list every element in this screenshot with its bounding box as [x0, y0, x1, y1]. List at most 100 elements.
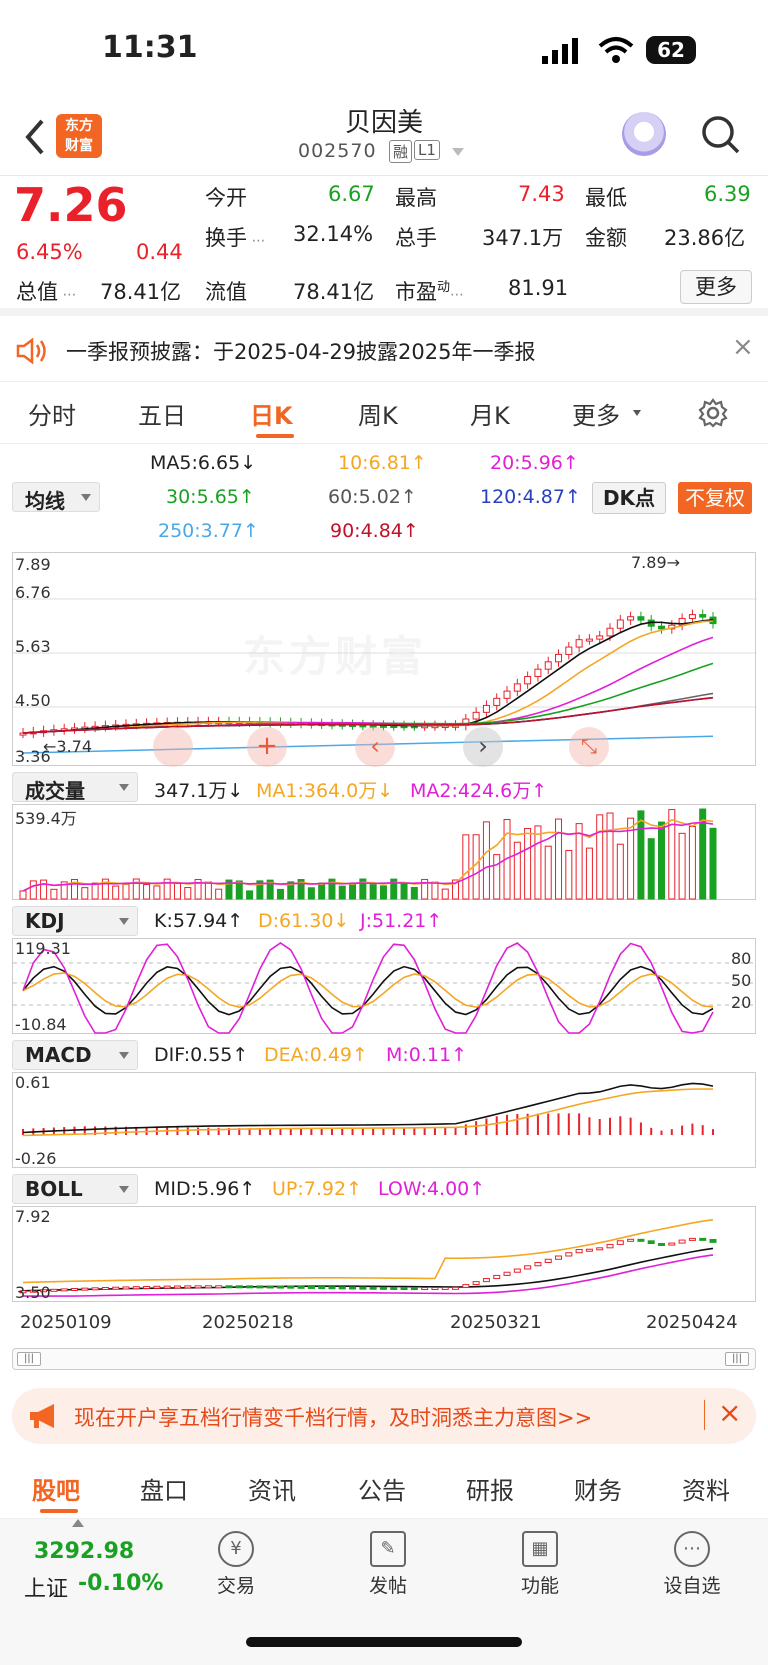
- add-watchlist-button[interactable]: ⋯ 设自选: [642, 1531, 742, 1598]
- robot-avatar-icon[interactable]: [622, 112, 666, 156]
- ma90-value: 90:4.84↑: [330, 520, 419, 542]
- expand-icon[interactable]: ⤡: [569, 727, 609, 767]
- low-value: 6.39: [704, 182, 751, 206]
- signal-icon: [542, 38, 578, 64]
- volume-bar: [575, 823, 583, 900]
- wifi-icon: [598, 37, 634, 63]
- quote-panel: 7.26 6.45% 0.44 总值 ⋯ 78.41亿 今开 6.67 最高 7…: [0, 176, 768, 316]
- boll-candle: [318, 1286, 326, 1290]
- scroll-handle-left[interactable]: |||: [17, 1352, 41, 1366]
- candle-body: [606, 627, 614, 637]
- price-tick-2: 6.76: [15, 583, 51, 602]
- boll-chart[interactable]: 7.92 3.50: [12, 1206, 756, 1302]
- candle-body: [627, 616, 635, 621]
- ma30-value: 30:5.65↑: [166, 486, 255, 508]
- tab-announcements[interactable]: 公告: [358, 1471, 406, 1506]
- macd-tick-bottom: -0.26: [15, 1149, 57, 1168]
- trade-icon: ¥: [218, 1531, 254, 1567]
- promo-close-icon[interactable]: ×: [718, 1396, 741, 1429]
- turnover-label: 换手 ⋯: [205, 226, 266, 250]
- boll-candle: [122, 1286, 130, 1290]
- volume-selector[interactable]: 成交量: [12, 772, 138, 803]
- tab-more[interactable]: 更多: [572, 396, 620, 431]
- index-value[interactable]: 3292.98: [34, 1539, 134, 1564]
- post-button[interactable]: ✎ 发帖: [338, 1531, 438, 1598]
- search-icon[interactable]: [700, 114, 742, 156]
- kdj-chart[interactable]: 119.31 -10.84 80 50 20: [12, 938, 757, 1034]
- candle-body: [585, 638, 593, 642]
- tab-weekly-k[interactable]: 周K: [358, 396, 398, 431]
- scroll-right-icon[interactable]: ›: [463, 727, 503, 767]
- tab-five-day[interactable]: 五日: [138, 396, 186, 431]
- home-indicator: [246, 1637, 522, 1647]
- boll-candle: [153, 1285, 161, 1289]
- boll-candle: [637, 1238, 645, 1242]
- more-button[interactable]: 更多: [680, 270, 752, 304]
- tab-orderbook[interactable]: 盘口: [140, 1471, 188, 1506]
- promo-banner[interactable]: 现在开户享五档行情变千档行情，及时洞悉主力意图>> ×: [12, 1388, 756, 1444]
- info-tabs: 股吧 盘口 资讯 公告 研报 财务 资料: [0, 1459, 768, 1519]
- macd-chart[interactable]: 0.61 -0.26: [12, 1072, 756, 1168]
- macd-dea: DEA:0.49↑: [264, 1044, 368, 1066]
- notice-bar[interactable]: 一季报预披露：于2025-04-29披露2025年一季报 ×: [0, 318, 768, 382]
- date-4: 20250424: [646, 1312, 738, 1333]
- float-value-label: 流值: [205, 280, 247, 304]
- volume-bar: [658, 821, 666, 900]
- volume-bar: [462, 834, 470, 900]
- boll-candle: [91, 1287, 99, 1291]
- ma120-value: 120:4.87↑: [480, 486, 581, 508]
- tab-profile[interactable]: 资料: [682, 1471, 730, 1506]
- ma-selector[interactable]: 均线: [12, 482, 100, 513]
- add-icon[interactable]: +: [247, 727, 287, 767]
- boll-candle: [173, 1285, 181, 1289]
- margin-badge: 融: [389, 140, 413, 163]
- status-time: 11:31: [102, 30, 198, 65]
- dk-point-button[interactable]: DK点: [592, 482, 666, 514]
- boll-candle: [194, 1285, 202, 1289]
- chart-scrollbar[interactable]: ||| |||: [12, 1348, 756, 1370]
- boll-tick-bottom: 3.50: [15, 1283, 51, 1302]
- boll-selector[interactable]: BOLL: [12, 1174, 138, 1204]
- kdj-selector[interactable]: KDJ: [12, 906, 138, 936]
- boll-candle: [441, 1286, 449, 1290]
- adjust-button[interactable]: 不复权: [678, 482, 752, 514]
- functions-button[interactable]: ▦ 功能: [490, 1531, 590, 1598]
- notice-text: 一季报预披露：于2025-04-29披露2025年一季报: [66, 340, 536, 364]
- macd-tick-top: 0.61: [15, 1073, 51, 1092]
- boll-candle: [390, 1286, 398, 1290]
- volume-chart[interactable]: 539.4万: [12, 804, 756, 900]
- volume-ma2: MA2:424.6万↑: [410, 780, 548, 802]
- tab-monthly-k[interactable]: 月K: [470, 396, 510, 431]
- gear-icon[interactable]: [698, 398, 728, 428]
- dropdown-icon[interactable]: [452, 148, 464, 156]
- low-label: 最低: [585, 186, 627, 210]
- volume-bar: [709, 827, 717, 900]
- tab-financials[interactable]: 财务: [574, 1471, 622, 1506]
- ma5-value: MA5:6.65↓: [150, 452, 257, 474]
- tab-daily-k[interactable]: 日K: [250, 396, 293, 431]
- volume-bar: [40, 879, 48, 900]
- more-dots-icon: ⋯: [674, 1531, 710, 1567]
- volume-bar: [184, 887, 192, 900]
- tab-forum[interactable]: 股吧: [32, 1471, 80, 1506]
- boll-candle: [132, 1286, 140, 1290]
- scroll-left-icon[interactable]: ‹: [355, 727, 395, 767]
- tab-research[interactable]: 研报: [466, 1471, 514, 1506]
- candle-body: [534, 668, 542, 678]
- volume-bar: [441, 888, 449, 900]
- close-icon[interactable]: ×: [732, 332, 754, 362]
- low-label: ←3.74: [43, 737, 93, 756]
- macd-selector[interactable]: MACD: [12, 1040, 138, 1070]
- trade-button[interactable]: ¥ 交易: [186, 1531, 286, 1598]
- candle-body: [688, 614, 696, 619]
- index-change[interactable]: -0.10%: [78, 1571, 163, 1596]
- tab-intraday[interactable]: 分时: [28, 396, 76, 431]
- scroll-handle-right[interactable]: |||: [725, 1352, 749, 1366]
- zoom-in-icon[interactable]: [153, 727, 193, 767]
- candle-body: [503, 690, 511, 699]
- kline-chart[interactable]: 东方财富 7.89 6.76 5.63 4.50 3.36 7.89→ ←3.7…: [12, 552, 757, 767]
- index-caret-icon: [72, 1519, 84, 1527]
- index-name[interactable]: 上证: [24, 1571, 68, 1603]
- tab-news[interactable]: 资讯: [248, 1471, 296, 1506]
- volume-bar: [493, 854, 501, 900]
